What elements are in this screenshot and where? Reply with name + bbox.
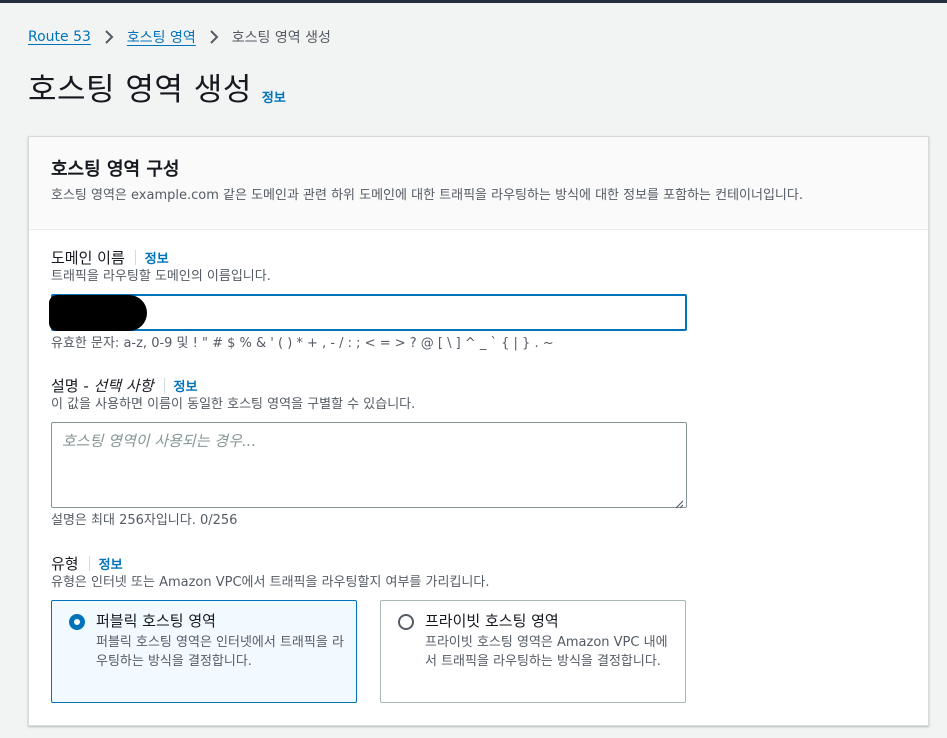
page-header: 호스팅 영역 생성 정보 xyxy=(28,70,286,110)
chevron-right-icon xyxy=(97,26,121,48)
label-divider xyxy=(88,555,90,571)
top-navigation-bar xyxy=(0,0,947,3)
description-info-link[interactable]: 정보 xyxy=(174,376,198,395)
description-constraint: 설명은 최대 256자입니다. 0/256 xyxy=(51,513,238,528)
hosted-zone-config-panel: 호스팅 영역 구성 호스팅 영역은 example.com 같은 도메인과 관련… xyxy=(28,136,929,726)
panel-description: 호스팅 영역은 example.com 같은 도메인과 관련 하위 도메인에 대… xyxy=(51,188,803,203)
domain-name-field: 도메인 이름 정보 트래픽을 라우팅할 도메인의 이름입니다. xyxy=(51,246,691,286)
page-title: 호스팅 영역 생성 xyxy=(28,72,252,108)
description-textarea[interactable]: 호스팅 영역이 사용되는 경우... xyxy=(51,422,687,509)
label-divider xyxy=(134,249,136,265)
page-info-link[interactable]: 정보 xyxy=(262,87,286,106)
breadcrumb: Route 53 호스팅 영역 호스팅 영역 생성 xyxy=(28,26,331,48)
description-field-description: 이 값을 사용하면 이름이 동일한 호스팅 영역을 구별할 수 있습니다. xyxy=(51,397,416,412)
description-label: 설명 - 선택 사항 xyxy=(51,375,154,396)
domain-name-constraint: 유효한 문자: a-z, 0-9 및 ! " # $ % & ' ( ) * +… xyxy=(51,336,554,351)
domain-name-info-link[interactable]: 정보 xyxy=(145,248,169,267)
domain-name-description: 트래픽을 라우팅할 도메인의 이름입니다. xyxy=(51,269,271,284)
private-radio-button[interactable] xyxy=(398,614,414,630)
resize-handle-icon[interactable] xyxy=(674,495,684,509)
optional-label: 선택 사항 xyxy=(93,376,154,395)
private-tile-description: 프라이빗 호스팅 영역은 Amazon VPC 내에서 트래픽을 라우팅하는 방… xyxy=(425,635,668,669)
breadcrumb-hosted-zones-link[interactable]: 호스팅 영역 xyxy=(127,27,196,47)
private-hosted-zone-tile[interactable]: 프라이빗 호스팅 영역 프라이빗 호스팅 영역은 Amazon VPC 내에서 … xyxy=(380,600,686,703)
redaction-mark xyxy=(49,295,147,331)
type-field: 유형 정보 유형은 인터넷 또는 Amazon VPC에서 트래픽을 라우팅할지… xyxy=(51,552,691,592)
public-radio-button[interactable] xyxy=(69,614,85,630)
description-field: 설명 - 선택 사항 정보 이 값을 사용하면 이름이 동일한 호스팅 영역을 … xyxy=(51,374,691,414)
panel-header: 호스팅 영역 구성 호스팅 영역은 example.com 같은 도메인과 관련… xyxy=(29,137,928,230)
type-label: 유형 xyxy=(51,554,79,573)
breadcrumb-route53-link[interactable]: Route 53 xyxy=(28,29,91,45)
breadcrumb-current-page: 호스팅 영역 생성 xyxy=(231,30,331,46)
label-divider xyxy=(163,377,165,393)
chevron-right-icon xyxy=(202,26,226,48)
type-info-link[interactable]: 정보 xyxy=(99,554,123,573)
panel-title: 호스팅 영역 구성 xyxy=(51,159,180,180)
public-hosted-zone-tile[interactable]: 퍼블릭 호스팅 영역 퍼블릭 호스팅 영역은 인터넷에서 트래픽을 라우팅하는 … xyxy=(51,600,357,703)
domain-name-label: 도메인 이름 xyxy=(51,248,125,267)
description-label-text: 설명 - xyxy=(51,376,94,395)
private-tile-title: 프라이빗 호스팅 영역 xyxy=(425,612,559,630)
public-tile-description: 퍼블릭 호스팅 영역은 인터넷에서 트래픽을 라우팅하는 방식을 결정합니다. xyxy=(96,635,344,669)
description-placeholder: 호스팅 영역이 사용되는 경우... xyxy=(62,432,257,450)
public-tile-title: 퍼블릭 호스팅 영역 xyxy=(96,612,216,630)
type-field-description: 유형은 인터넷 또는 Amazon VPC에서 트래픽을 라우팅할지 여부를 가… xyxy=(51,575,490,590)
